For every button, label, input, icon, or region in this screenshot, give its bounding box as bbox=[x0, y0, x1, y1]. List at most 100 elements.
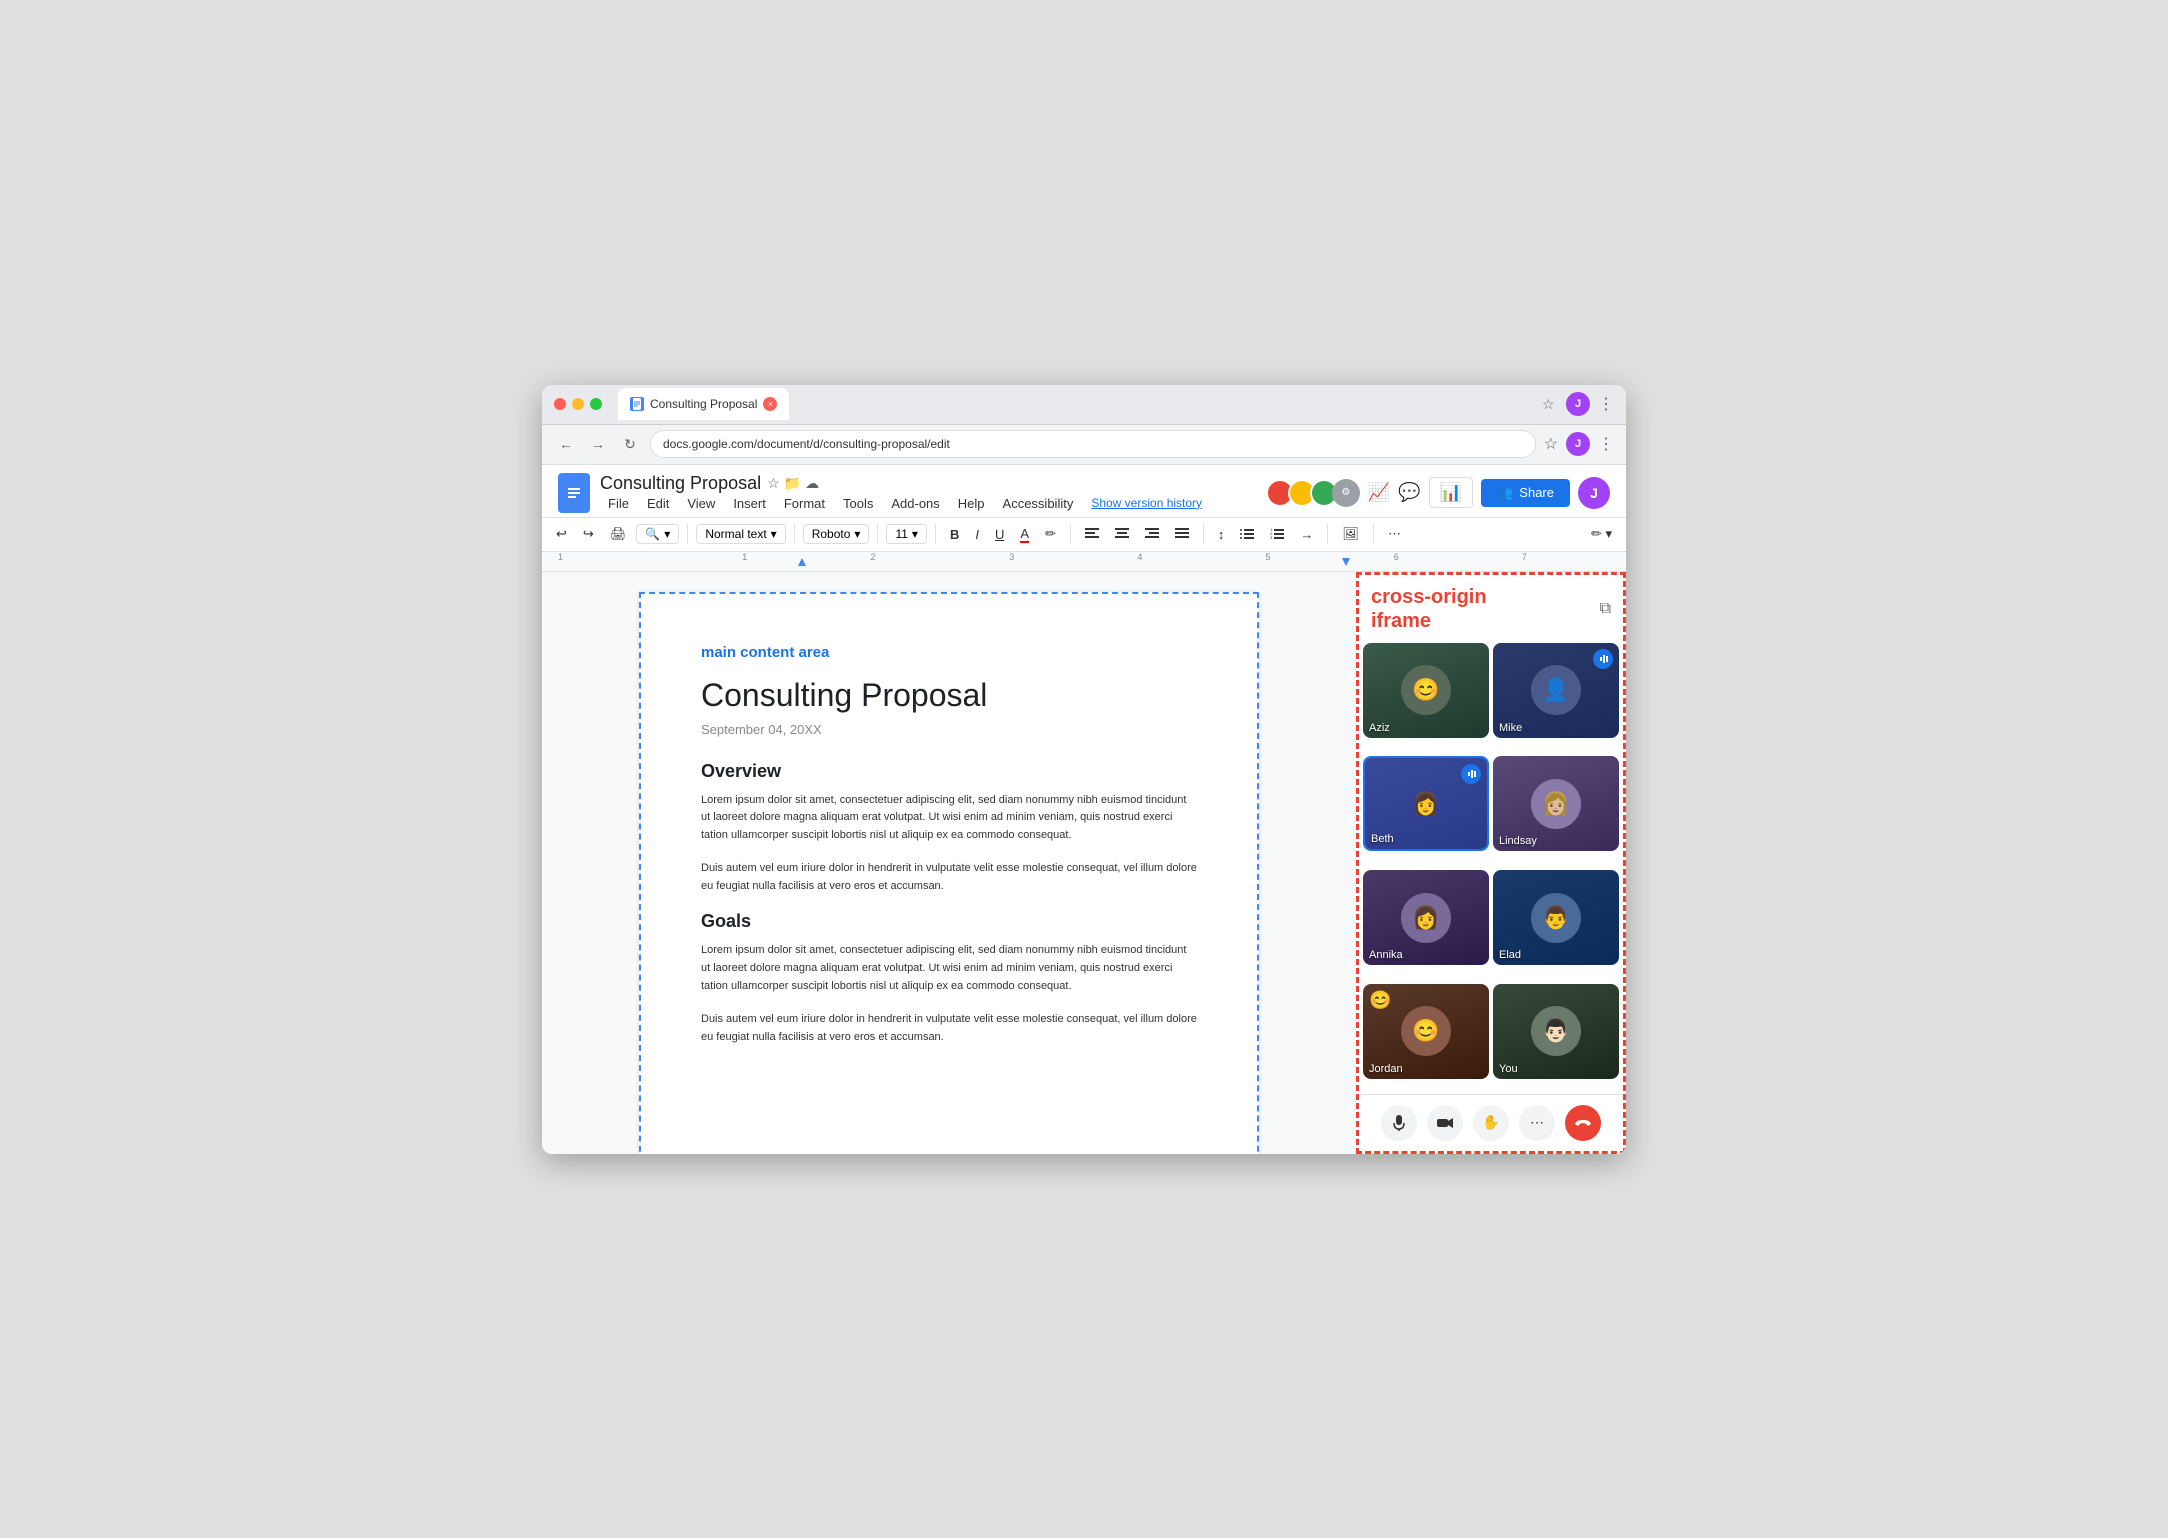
zoom-icon: 🔍 bbox=[645, 527, 660, 541]
docs-title-left: Consulting Proposal ☆ 📁 ☁ File Edit View bbox=[558, 473, 1210, 513]
jordan-emoji: 😊 bbox=[1369, 990, 1391, 1011]
folder-icon[interactable]: 📁 bbox=[784, 475, 801, 492]
undo-button[interactable]: ↩ bbox=[550, 522, 573, 546]
browser-window: Consulting Proposal × ☆ J ⋮ ← → ↻ ☆ J ⋮ bbox=[542, 385, 1626, 1154]
document-title: Consulting Proposal bbox=[701, 677, 1197, 714]
font-size-chevron: ▾ bbox=[912, 527, 918, 541]
tab-title: Consulting Proposal bbox=[650, 397, 757, 411]
share-button[interactable]: 👥 Share bbox=[1481, 479, 1570, 507]
mic-button[interactable] bbox=[1381, 1105, 1417, 1141]
browser-tab[interactable]: Consulting Proposal × bbox=[618, 388, 789, 420]
align-left-button[interactable] bbox=[1079, 524, 1105, 544]
edit-pen-button[interactable]: ✏ ▾ bbox=[1585, 522, 1618, 546]
line-spacing-button[interactable]: ↕ bbox=[1212, 523, 1231, 546]
back-button[interactable]: ← bbox=[554, 432, 578, 456]
toolbar-sep-3 bbox=[877, 524, 878, 544]
indent-button[interactable]: → bbox=[1294, 523, 1319, 546]
star-icon[interactable]: ☆ bbox=[1542, 396, 1558, 412]
menu-file[interactable]: File bbox=[600, 494, 637, 513]
docs-main: main content area Consulting Proposal Se… bbox=[542, 572, 1626, 1154]
docs-header: Consulting Proposal ☆ 📁 ☁ File Edit View bbox=[542, 465, 1626, 518]
browser-titlebar: Consulting Proposal × ☆ J ⋮ bbox=[542, 385, 1626, 425]
profile-avatar[interactable]: J bbox=[1566, 392, 1590, 416]
redo-button[interactable]: ↪ bbox=[577, 522, 600, 546]
toolbar-sep-8 bbox=[1373, 524, 1374, 544]
refresh-button[interactable]: ↻ bbox=[618, 432, 642, 456]
participants-grid: 😊 Aziz 👤 Mike bbox=[1359, 643, 1623, 1094]
zoom-chevron: ▾ bbox=[664, 527, 670, 541]
maximize-traffic-light[interactable] bbox=[590, 398, 602, 410]
text-style-dropdown[interactable]: Normal text ▾ bbox=[696, 524, 785, 544]
participant-tile-aziz: 😊 Aziz bbox=[1363, 643, 1489, 738]
font-size-dropdown[interactable]: 11 ▾ bbox=[886, 524, 927, 544]
bold-button[interactable]: B bbox=[944, 523, 965, 546]
collab-avatar-settings[interactable]: ⚙ bbox=[1332, 479, 1360, 507]
analytics-button[interactable]: 📈 bbox=[1368, 482, 1390, 503]
main-content-area-label: main content area bbox=[701, 644, 1197, 661]
cloud-save-icon[interactable]: ☁ bbox=[805, 475, 819, 492]
minimize-traffic-light[interactable] bbox=[572, 398, 584, 410]
print-button[interactable]: 🖨 bbox=[604, 522, 633, 546]
menu-tools[interactable]: Tools bbox=[835, 494, 881, 513]
image-button[interactable]: 🖼 bbox=[1336, 522, 1365, 546]
docs-toolbar: ↩ ↪ 🖨 🔍 ▾ Normal text ▾ Roboto ▾ 11 ▾ bbox=[542, 518, 1626, 552]
favorite-icon[interactable]: ☆ bbox=[767, 475, 780, 492]
menu-format[interactable]: Format bbox=[776, 494, 833, 513]
italic-button[interactable]: I bbox=[969, 523, 985, 546]
bookmark-icon[interactable]: ☆ bbox=[1544, 434, 1558, 454]
user-avatar[interactable]: J bbox=[1578, 477, 1610, 509]
browser-nav: ← → ↻ ☆ J ⋮ bbox=[542, 425, 1626, 465]
justify-button[interactable] bbox=[1169, 524, 1195, 544]
tab-close-button[interactable]: × bbox=[763, 397, 777, 411]
menu-addons[interactable]: Add-ons bbox=[883, 494, 947, 513]
raise-hand-button[interactable]: ✋ bbox=[1473, 1105, 1509, 1141]
font-chevron: ▾ bbox=[854, 527, 860, 541]
font-label: Roboto bbox=[812, 527, 851, 541]
address-bar[interactable] bbox=[650, 430, 1536, 458]
nav-avatar[interactable]: J bbox=[1566, 432, 1590, 456]
bullet-list-button[interactable] bbox=[1234, 524, 1260, 544]
font-dropdown[interactable]: Roboto ▾ bbox=[803, 524, 870, 544]
menu-edit[interactable]: Edit bbox=[639, 494, 677, 513]
version-history-link[interactable]: Show version history bbox=[1083, 494, 1210, 513]
participant-name-jordan: Jordan bbox=[1369, 1063, 1403, 1075]
numbered-list-button[interactable]: 1.2.3. bbox=[1264, 524, 1290, 544]
browser-menu-icon[interactable]: ⋮ bbox=[1598, 394, 1614, 414]
participant-name-aziz: Aziz bbox=[1369, 722, 1390, 734]
text-style-chevron: ▾ bbox=[771, 527, 777, 541]
text-color-button[interactable]: A bbox=[1014, 522, 1035, 547]
nav-right-actions: ☆ J ⋮ bbox=[1544, 432, 1614, 456]
more-options-button[interactable]: ⋯ bbox=[1382, 522, 1407, 546]
end-call-button[interactable] bbox=[1565, 1105, 1601, 1141]
tab-docs-icon bbox=[630, 397, 644, 411]
camera-button[interactable] bbox=[1427, 1105, 1463, 1141]
forward-button[interactable]: → bbox=[586, 432, 610, 456]
menu-insert[interactable]: Insert bbox=[725, 494, 774, 513]
toolbar-sep-6 bbox=[1203, 524, 1204, 544]
meet-expand-button[interactable]: ⧉ bbox=[1600, 600, 1611, 618]
presentation-button[interactable]: 📊 bbox=[1429, 477, 1473, 508]
menu-accessibility[interactable]: Accessibility bbox=[995, 494, 1082, 513]
zoom-dropdown[interactable]: 🔍 ▾ bbox=[636, 524, 679, 544]
doc-content-wrapper: Consulting Proposal September 04, 20XX O… bbox=[701, 677, 1197, 1047]
traffic-lights bbox=[554, 398, 602, 410]
docs-editor-area[interactable]: main content area Consulting Proposal Se… bbox=[542, 572, 1356, 1154]
docs-title-info: Consulting Proposal ☆ 📁 ☁ File Edit View bbox=[600, 473, 1210, 513]
text-color-icon: A bbox=[1020, 526, 1029, 543]
underline-button[interactable]: U bbox=[989, 523, 1010, 546]
participant-name-you: You bbox=[1499, 1063, 1518, 1075]
more-options-meet-button[interactable]: ⋯ bbox=[1519, 1105, 1555, 1141]
menu-view[interactable]: View bbox=[679, 494, 723, 513]
extensions-icon[interactable]: ⋮ bbox=[1598, 434, 1614, 454]
align-center-button[interactable] bbox=[1109, 524, 1135, 544]
menu-help[interactable]: Help bbox=[950, 494, 993, 513]
participant-name-elad: Elad bbox=[1499, 949, 1521, 961]
cross-origin-label: cross-originiframe bbox=[1371, 585, 1487, 633]
section1-title: Overview bbox=[701, 761, 1197, 782]
highlight-button[interactable]: ✏ bbox=[1039, 522, 1062, 546]
close-traffic-light[interactable] bbox=[554, 398, 566, 410]
share-label: Share bbox=[1519, 485, 1554, 500]
align-right-button[interactable] bbox=[1139, 524, 1165, 544]
toolbar-sep-4 bbox=[935, 524, 936, 544]
comments-button[interactable]: 💬 bbox=[1398, 482, 1420, 503]
